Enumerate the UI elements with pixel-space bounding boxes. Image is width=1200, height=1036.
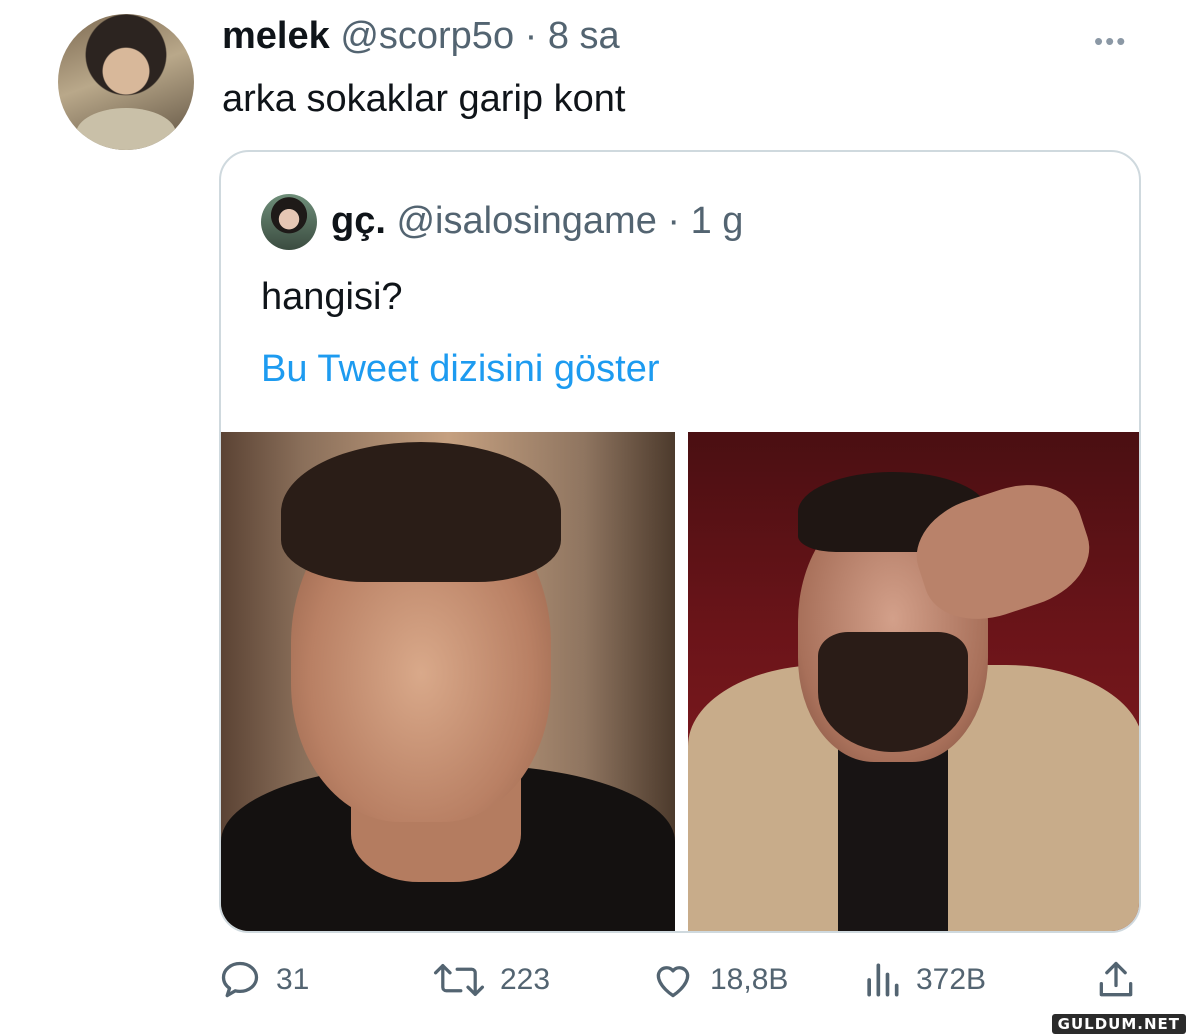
author-name[interactable]: melek xyxy=(222,15,330,57)
retweet-button[interactable]: 223 xyxy=(432,958,550,1002)
quoted-author-name: gç. xyxy=(331,200,386,242)
show-thread-link[interactable]: Bu Tweet dizisini göster xyxy=(261,346,660,392)
views-chart-icon xyxy=(862,958,902,1002)
quoted-tweet-header: gç. @isalosingame · 1 g xyxy=(331,198,743,244)
quoted-tweet-time: 1 g xyxy=(690,200,744,242)
retweet-count: 223 xyxy=(500,963,551,996)
header-separator: · xyxy=(524,15,538,57)
photo-left[interactable] xyxy=(221,432,675,931)
photo-left-hair xyxy=(281,442,561,582)
tweet-text: arka sokaklar garip kont xyxy=(222,78,626,120)
tweet-actions: 31 223 18,8B 372B xyxy=(0,958,1200,1018)
media-grid xyxy=(221,432,1139,931)
views-button[interactable]: 372B xyxy=(862,958,986,1002)
quoted-author-avatar[interactable] xyxy=(261,194,317,250)
photo-right-beard xyxy=(818,632,968,752)
quoted-tweet[interactable]: gç. @isalosingame · 1 g hangisi? Bu Twee… xyxy=(219,150,1141,933)
photo-right[interactable] xyxy=(688,432,1139,931)
like-count: 18,8B xyxy=(710,963,789,996)
share-icon xyxy=(1094,958,1138,1002)
tweet-header: melek @scorp5o · 8 sa xyxy=(222,14,620,58)
reply-button[interactable]: 31 xyxy=(218,958,309,1002)
quoted-author-handle: @isalosingame xyxy=(396,200,657,242)
quoted-header-separator: · xyxy=(667,200,681,242)
views-count: 372B xyxy=(916,963,987,996)
site-watermark: GULDUM.NET xyxy=(1051,1014,1186,1034)
reply-icon xyxy=(218,958,262,1002)
more-options-icon[interactable]: ••• xyxy=(1094,26,1127,57)
reply-count: 31 xyxy=(276,963,310,996)
share-button[interactable] xyxy=(1094,958,1138,1002)
author-avatar[interactable] xyxy=(58,14,194,150)
like-button[interactable]: 18,8B xyxy=(650,958,788,1002)
quoted-tweet-text: hangisi? xyxy=(261,276,403,318)
avatar-shirt xyxy=(76,108,176,150)
heart-icon xyxy=(650,958,696,1002)
tweet-time[interactable]: 8 sa xyxy=(548,15,620,57)
author-handle[interactable]: @scorp5o xyxy=(340,15,514,57)
retweet-icon xyxy=(432,958,486,1002)
